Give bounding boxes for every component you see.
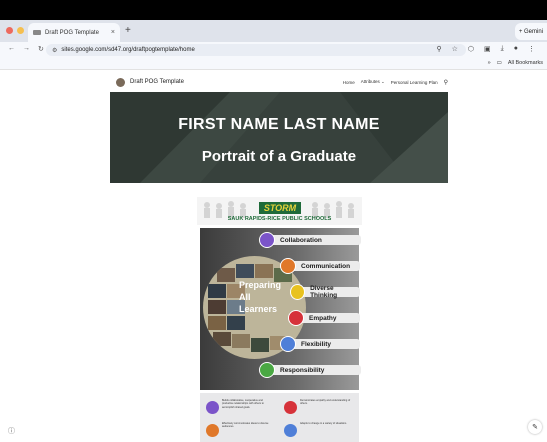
tab-close-icon[interactable]: × [111,29,115,36]
heart-icon [288,310,304,326]
storm-logo: STORM [259,202,301,214]
nav-buttons: ← → ↻ [8,45,44,53]
folder-icon: ▭ [496,60,502,66]
menu-kebab-icon[interactable]: ⋮ [528,45,535,53]
flexibility-icon [280,336,296,352]
site-nav: Home Attributes ⌄ Personal Learning Plan… [343,79,448,86]
description-flexibility: Adapts to change in a variety of situati… [300,422,347,425]
responsibility-icon [259,362,275,378]
school-name: SAUK RAPIDS-RICE PUBLIC SCHOOLS [227,216,332,222]
url-text: sites.google.com/sd47.org/draftpogtempla… [61,47,195,53]
edit-pencil-icon[interactable]: ✎ [528,420,542,434]
bookmarks-bar: » ▭ All Bookmarks [0,58,547,70]
collaboration-icon [259,232,275,248]
nav-personal-learning-plan[interactable]: Personal Learning Plan [391,80,438,85]
download-icon[interactable]: ⤓ [501,45,504,53]
student-name-heading: FIRST NAME LAST NAME [178,116,380,133]
sidebar-icon[interactable]: ▣ [484,45,491,53]
all-bookmarks-link[interactable]: All Bookmarks [508,60,543,66]
trait-communication: Communication [280,258,360,274]
site-title[interactable]: Draft POG Template [130,79,184,85]
site-header: Draft POG Template Home Attributes ⌄ Per… [110,74,448,90]
trait-flexibility: Flexibility [280,336,360,352]
forward-arrow-icon[interactable]: → [23,45,30,53]
toolbar-icons: ⚲ ☆ ⬡ ▣ ⤓ ● ⋮ [436,45,535,53]
site-favicon-icon [33,30,41,35]
diverse-thinking-icon [290,284,306,300]
communication-small-icon [206,424,219,437]
tab-strip: Draft POG Template × + + Gemini [0,20,547,42]
minimize-window-dot[interactable] [17,27,24,34]
reload-icon[interactable]: ↻ [38,45,44,53]
trait-collaboration: Collaboration [259,232,361,248]
browser-tab[interactable]: Draft POG Template × [28,23,120,42]
zoom-icon[interactable]: ⚲ [436,45,441,53]
extensions-icon[interactable]: ⬡ [468,45,474,53]
site-info-icon[interactable]: ⚙ [52,47,57,54]
bookmarks-overflow-icon[interactable]: » [488,60,491,66]
close-window-dot[interactable] [6,27,13,34]
trait-empathy: Empathy [288,310,360,326]
address-bar-row: ← → ↻ ⚙ sites.google.com/sd47.org/draftp… [0,42,547,58]
nav-attributes[interactable]: Attributes ⌄ [361,79,385,85]
back-arrow-icon[interactable]: ← [8,45,15,53]
poster-main: Preparing All Learners Collaboration Com… [200,228,361,390]
trait-responsibility: Responsibility [259,362,361,378]
description-collaboration: Builds collaborative, cooperative and pr… [222,399,264,409]
banner-background-shapes [110,92,448,183]
portrait-of-a-graduate-poster: STORM SAUK RAPIDS-RICE PUBLIC SCHOOLS Pr… [197,197,362,442]
info-icon[interactable]: ⓘ [8,426,15,436]
collaboration-small-icon [206,401,219,414]
profile-avatar-icon[interactable]: ● [514,45,518,53]
banner-subtitle: Portrait of a Graduate [201,148,357,165]
flexibility-small-icon [284,424,297,437]
url-field[interactable]: ⚙ sites.google.com/sd47.org/draftpogtemp… [46,44,466,56]
nav-home[interactable]: Home [343,80,355,85]
search-icon[interactable]: ⚲ [444,79,448,86]
window-top-bar [0,0,547,20]
description-communication: Effectively communicates ideas to divers… [222,422,269,429]
empathy-small-icon [284,401,297,414]
hero-banner: FIRST NAME LAST NAME Portrait of a Gradu… [110,92,448,183]
description-empathy: Demonstrates empathy and understanding o… [300,399,351,406]
gemini-button[interactable]: + Gemini [514,23,547,40]
site-logo-icon[interactable] [116,77,125,87]
bookmark-star-icon[interactable]: ☆ [452,45,458,53]
trait-diverse-thinking: Diverse Thinking [290,284,360,300]
new-tab-button[interactable]: + [125,25,131,36]
tab-title: Draft POG Template [45,29,99,36]
communication-icon [280,258,296,274]
poster-descriptions: Builds collaborative, cooperative and pr… [200,393,359,442]
poster-header: STORM SAUK RAPIDS-RICE PUBLIC SCHOOLS [197,197,362,225]
